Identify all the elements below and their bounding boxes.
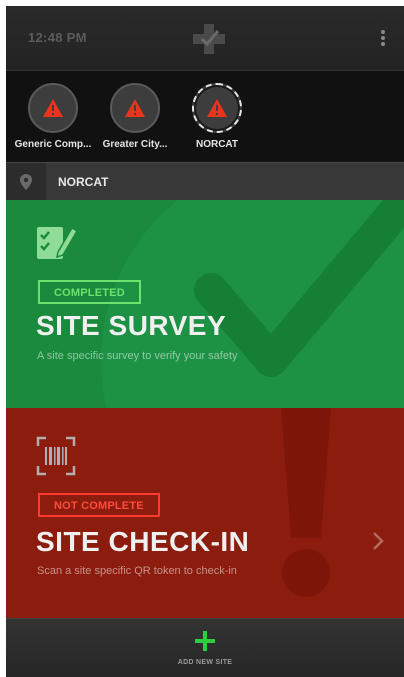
chevron-right-icon[interactable] <box>372 531 384 551</box>
checkin-description: Scan a site specific QR token to check-i… <box>37 565 237 577</box>
plus-icon <box>195 631 215 651</box>
status-time: 12:48 PM <box>28 30 87 45</box>
site-item-greater-city[interactable]: Greater City... <box>92 83 178 150</box>
app-logo-icon <box>193 24 225 54</box>
site-item-generic[interactable]: Generic Comp... <box>10 83 96 150</box>
site-avatar <box>28 83 78 133</box>
survey-title: SITE SURVEY <box>36 310 227 341</box>
site-selector: Generic Comp... Greater City... NORCAT <box>6 70 404 163</box>
survey-checklist-icon <box>37 226 78 259</box>
site-item-norcat[interactable]: NORCAT <box>174 83 260 150</box>
site-label: NORCAT <box>195 139 239 150</box>
qr-scan-icon <box>36 436 76 476</box>
site-checkin-card[interactable]: NOT COMPLETE SITE CHECK-IN Scan a site s… <box>6 408 404 618</box>
site-label: Greater City... <box>102 139 168 150</box>
site-avatar <box>192 83 242 133</box>
site-label: Generic Comp... <box>14 139 92 150</box>
app-screen: 12:48 PM Generic Comp... Greater City...… <box>6 6 404 677</box>
add-new-site-label: ADD NEW SITE <box>177 659 233 666</box>
top-bar: 12:48 PM <box>6 6 404 70</box>
location-name: NORCAT <box>58 175 109 189</box>
site-survey-card[interactable]: COMPLETED SITE SURVEY A site specific su… <box>6 200 404 408</box>
status-badge-completed: COMPLETED <box>38 280 141 304</box>
survey-description: A site specific survey to verify your sa… <box>37 350 238 362</box>
overflow-menu-icon[interactable] <box>380 30 386 48</box>
current-location-bar: NORCAT <box>6 162 404 201</box>
warning-icon <box>207 99 227 117</box>
site-avatar <box>110 83 160 133</box>
location-pin-icon <box>6 163 46 201</box>
checkin-title: SITE CHECK-IN <box>36 526 250 557</box>
warning-icon <box>125 99 145 117</box>
status-badge-not-complete: NOT COMPLETE <box>38 493 160 517</box>
add-new-site-button[interactable]: ADD NEW SITE <box>6 618 404 677</box>
warning-icon <box>43 99 63 117</box>
